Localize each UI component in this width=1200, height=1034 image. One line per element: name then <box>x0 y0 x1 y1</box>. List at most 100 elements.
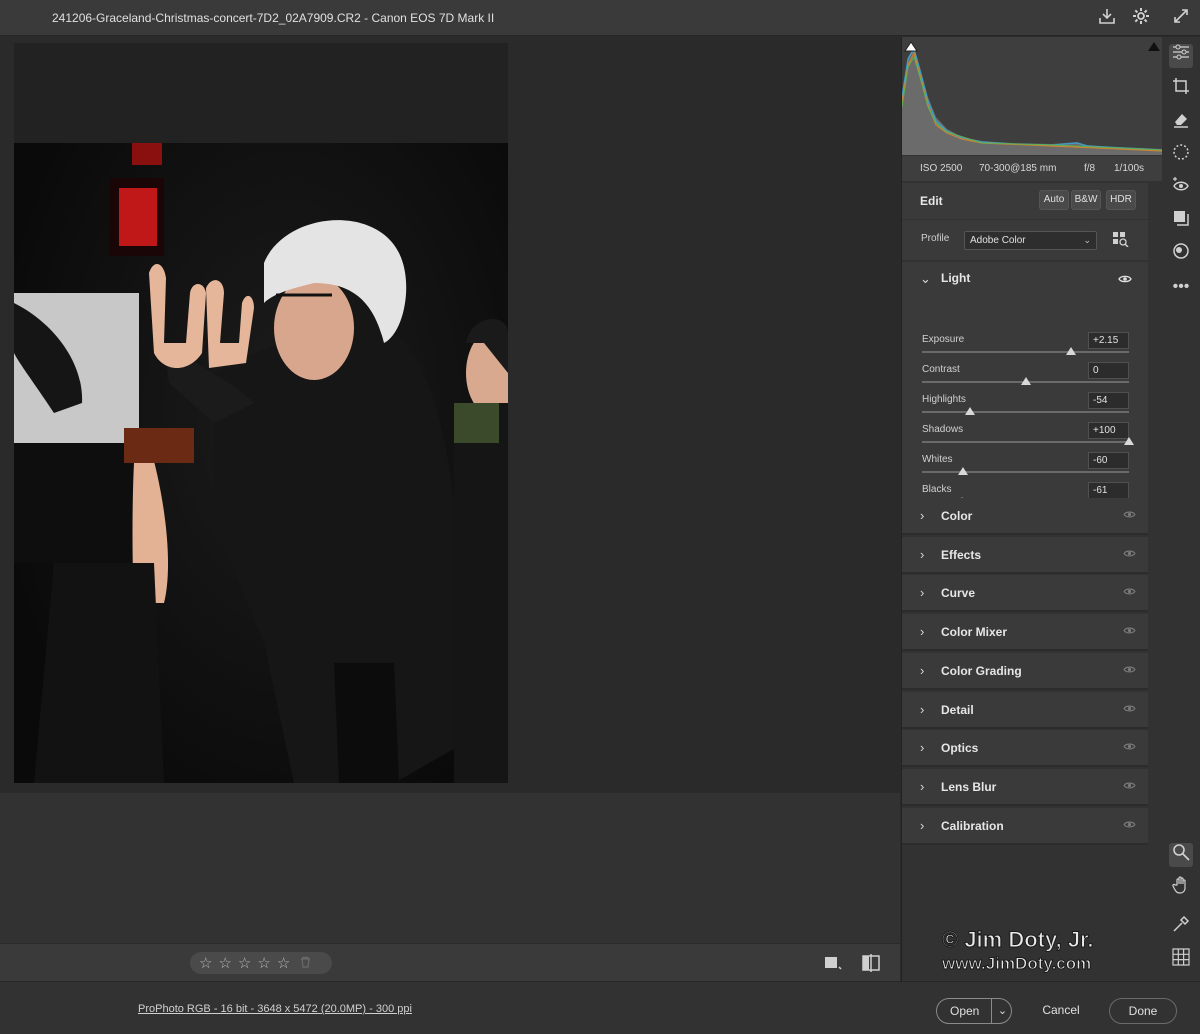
bottom-bar: ProPhoto RGB - 16 bit - 3648 x 5472 (20.… <box>0 981 1200 1034</box>
section-lens-blur[interactable]: › Lens Blur <box>902 768 1148 806</box>
chevron-down-icon: ⌄ <box>1083 235 1091 245</box>
section-curve[interactable]: › Curve <box>902 575 1148 613</box>
slider-value-input[interactable]: -61 <box>1088 482 1129 499</box>
eye-icon[interactable] <box>1123 818 1136 832</box>
zoom-icon[interactable] <box>1169 843 1193 867</box>
open-button-label: Open <box>950 1004 980 1018</box>
slider-track[interactable] <box>922 411 1129 413</box>
canvas-background <box>0 793 900 943</box>
bw-button[interactable]: B&W <box>1071 190 1101 210</box>
section-color-grading[interactable]: › Color Grading <box>902 652 1148 690</box>
section-label: Color <box>941 509 973 523</box>
done-button[interactable]: Done <box>1109 998 1177 1024</box>
chevron-right-icon: › <box>920 662 925 678</box>
watermark-line2: www.JimDoty.com <box>941 954 1092 974</box>
section-color-mixer[interactable]: › Color Mixer <box>902 614 1148 652</box>
gear-icon[interactable] <box>1130 7 1152 29</box>
star-icon[interactable]: ☆ <box>199 956 212 971</box>
window-title: 241206-Graceland-Christmas-concert-7D2_0… <box>52 11 495 25</box>
chevron-right-icon: › <box>920 546 925 562</box>
cancel-button[interactable]: Cancel <box>1031 998 1091 1024</box>
slider-thumb[interactable] <box>1066 347 1077 355</box>
chevron-down-icon[interactable]: ⌄ <box>920 271 931 287</box>
masking-icon[interactable] <box>1169 143 1193 167</box>
section-calibration[interactable]: › Calibration <box>902 807 1148 845</box>
grid-icon[interactable] <box>1169 948 1193 972</box>
profile-browser-icon[interactable] <box>1112 231 1130 252</box>
title-bar: 241206-Graceland-Christmas-concert-7D2_0… <box>0 0 1200 36</box>
eye-icon[interactable] <box>1123 779 1136 793</box>
trash-icon[interactable] <box>300 956 311 971</box>
photo-preview[interactable] <box>14 43 508 783</box>
slider-track[interactable] <box>922 471 1129 473</box>
more-icon[interactable]: ••• <box>1169 275 1193 299</box>
hdr-button[interactable]: HDR <box>1106 190 1136 210</box>
crop-icon[interactable] <box>1169 77 1193 101</box>
filmstrip-toggle-icon[interactable] <box>824 955 842 976</box>
eye-icon[interactable] <box>1123 547 1136 561</box>
star-icon[interactable]: ☆ <box>277 956 290 971</box>
slider-value-input[interactable]: -54 <box>1088 392 1129 409</box>
exif-iso: ISO 2500 <box>920 163 963 174</box>
eye-icon[interactable] <box>1123 663 1136 677</box>
edit-sliders-icon[interactable] <box>1169 44 1193 68</box>
section-color[interactable]: › Color <box>902 498 1148 535</box>
slider-value-input[interactable]: +2.15 <box>1088 332 1129 349</box>
chevron-right-icon: › <box>920 740 925 756</box>
star-icon[interactable]: ☆ <box>257 956 270 971</box>
slider-label: Blacks <box>922 484 952 495</box>
chevron-right-icon: › <box>920 508 925 523</box>
before-after-icon[interactable] <box>861 954 881 977</box>
filmstrip-bar: ☆ ☆ ☆ ☆ ☆ <box>0 943 900 981</box>
light-title[interactable]: Light <box>941 271 970 285</box>
hand-icon[interactable] <box>1169 876 1193 900</box>
slider-value-input[interactable]: -60 <box>1088 452 1129 469</box>
eye-icon[interactable] <box>1123 702 1136 716</box>
auto-button[interactable]: Auto <box>1039 190 1069 210</box>
star-icon[interactable]: ☆ <box>218 956 231 971</box>
profile-row: Profile Adobe Color ⌄ <box>902 220 1148 260</box>
chevron-down-icon[interactable]: ⌄ <box>991 999 1013 1023</box>
slider-value-input[interactable]: +100 <box>1088 422 1129 439</box>
presets-icon[interactable] <box>1169 209 1193 233</box>
fullscreen-icon[interactable] <box>1170 7 1192 29</box>
profile-select[interactable]: Adobe Color ⌄ <box>964 231 1097 250</box>
slider-thumb[interactable] <box>958 467 969 475</box>
section-effects[interactable]: › Effects <box>902 536 1148 574</box>
slider-label: Highlights <box>922 394 966 405</box>
slider-track[interactable] <box>922 441 1129 443</box>
profile-label: Profile <box>921 233 950 244</box>
edit-title: Edit <box>920 194 943 208</box>
section-label: Color Grading <box>941 663 1022 678</box>
section-label: Detail <box>941 702 974 717</box>
profile-select-value: Adobe Color <box>970 235 1026 246</box>
eraser-icon[interactable] <box>1169 110 1193 134</box>
save-download-icon[interactable] <box>1096 7 1118 29</box>
section-detail[interactable]: › Detail <box>902 691 1148 729</box>
shadow-clipping-icon[interactable] <box>905 39 919 53</box>
eye-icon[interactable] <box>1118 271 1132 289</box>
slider-thumb[interactable] <box>1124 437 1134 445</box>
star-icon[interactable]: ☆ <box>238 956 251 971</box>
slider-label: Shadows <box>922 424 964 435</box>
snapshots-icon[interactable] <box>1169 242 1193 266</box>
tool-strip: ••• <box>1163 37 1200 981</box>
slider-track[interactable] <box>922 351 1129 353</box>
slider-value-input[interactable]: 0 <box>1088 362 1129 379</box>
open-button[interactable]: Open ⌄ <box>936 998 1012 1024</box>
section-optics[interactable]: › Optics <box>902 730 1148 768</box>
slider-thumb[interactable] <box>964 407 975 415</box>
eye-icon[interactable] <box>1123 585 1136 599</box>
eye-icon[interactable] <box>1123 624 1136 638</box>
chevron-right-icon: › <box>920 778 925 794</box>
slider-thumb[interactable] <box>1020 377 1031 385</box>
eye-icon[interactable] <box>1123 740 1136 754</box>
exif-aperture: f/8 <box>1084 163 1096 174</box>
color-sampler-icon[interactable] <box>1169 915 1193 939</box>
red-eye-icon[interactable] <box>1169 176 1193 200</box>
eye-icon[interactable] <box>1123 508 1136 522</box>
workflow-options-link[interactable]: ProPhoto RGB - 16 bit - 3648 x 5472 (20.… <box>138 1003 412 1015</box>
star-rating[interactable]: ☆ ☆ ☆ ☆ ☆ <box>190 952 332 974</box>
highlight-clipping-icon[interactable] <box>1146 39 1160 53</box>
edit-panel: ISO 2500 70-300@185 mm f/8 1/100s Edit A… <box>901 37 1163 981</box>
